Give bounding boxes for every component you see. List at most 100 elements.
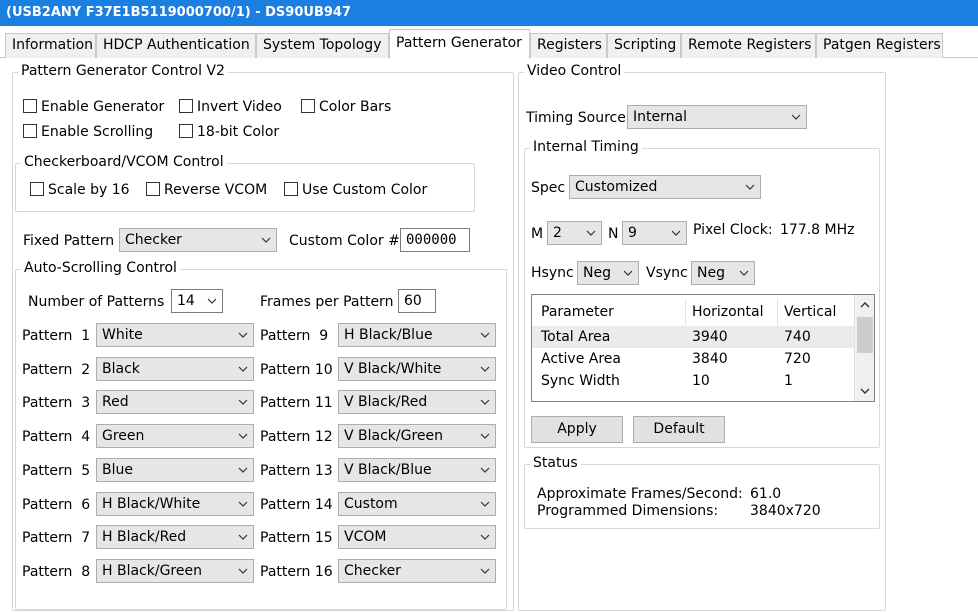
hsync-value: Neg [583, 265, 611, 281]
tab-remote-registers[interactable]: Remote Registers [681, 33, 816, 58]
pattern-right-6-select[interactable]: Custom [338, 492, 496, 516]
pattern-select-value: Green [102, 428, 145, 444]
tab-pattern-generator[interactable]: Pattern Generator [389, 29, 530, 59]
pattern-right-1-select[interactable]: H Black/Blue [338, 323, 496, 347]
tab-scripting[interactable]: Scripting [607, 33, 681, 58]
checkbox-box [179, 124, 193, 138]
timing-source-value: Internal [633, 109, 687, 125]
pattern-generator-control-title: Pattern Generator Control V2 [18, 63, 228, 79]
invert-video-checkbox[interactable]: Invert Video [179, 98, 282, 116]
pattern-right-8-select[interactable]: Checker [338, 559, 496, 583]
fixed-pattern-select[interactable]: Checker [119, 228, 277, 252]
invert-video-label: Invert Video [197, 99, 282, 115]
internal-timing-title: Internal Timing [530, 139, 642, 155]
pattern-right-5-select[interactable]: V Black/Blue [338, 458, 496, 482]
tab-registers[interactable]: Registers [530, 33, 607, 58]
chevron-down-icon [480, 366, 490, 372]
pattern-left-2-select[interactable]: Black [96, 357, 254, 381]
checkbox-box [23, 124, 37, 138]
table-cell: 740 [784, 329, 811, 345]
reverse-vcom-checkbox[interactable]: Reverse VCOM [146, 181, 267, 199]
timing-table[interactable]: Parameter Horizontal Vertical Total Area… [531, 294, 875, 402]
table-row[interactable]: Total Area 3940 740 [532, 326, 854, 348]
scroll-up-icon[interactable] [860, 301, 870, 309]
custom-color-label: Custom Color # [289, 233, 400, 249]
tab-hdcp-authentication[interactable]: HDCP Authentication [96, 33, 256, 58]
enable-scrolling-label: Enable Scrolling [41, 124, 154, 140]
frames-per-pattern-input[interactable]: 60 [398, 289, 436, 313]
timing-source-select[interactable]: Internal [627, 105, 807, 129]
pattern-right-3-select[interactable]: V Black/Red [338, 390, 496, 414]
pattern-left-6-label: Pattern 6 [22, 497, 91, 513]
pattern-left-1-select[interactable]: White [96, 323, 254, 347]
pattern-left-7-select[interactable]: H Black/Red [96, 525, 254, 549]
pattern-right-7-label: Pattern 15 [260, 530, 333, 546]
chevron-down-icon [480, 332, 490, 338]
pattern-select-value: H Black/Green [102, 563, 202, 579]
chevron-down-icon [586, 230, 596, 236]
table-row[interactable]: Sync Width 10 1 [532, 370, 854, 392]
hsync-select[interactable]: Neg [577, 261, 639, 285]
fixed-pattern-label: Fixed Pattern [23, 233, 115, 249]
use-custom-color-checkbox[interactable]: Use Custom Color [284, 181, 427, 199]
color-bars-checkbox[interactable]: Color Bars [301, 98, 391, 116]
pattern-left-5-select[interactable]: Blue [96, 458, 254, 482]
n-select[interactable]: 9 [622, 221, 687, 245]
pattern-left-6-select[interactable]: H Black/White [96, 492, 254, 516]
column-header-vertical: Vertical [784, 304, 837, 320]
column-divider [777, 299, 778, 325]
table-cell: 1 [784, 373, 793, 389]
bit18-color-checkbox[interactable]: 18-bit Color [179, 123, 279, 141]
vsync-select[interactable]: Neg [691, 261, 755, 285]
pattern-left-3-select[interactable]: Red [96, 390, 254, 414]
scrollbar-thumb[interactable] [857, 317, 873, 353]
window-title: (USB2ANY F37E1B5119000700/1) - DS90UB947 [0, 0, 978, 26]
table-cell: Active Area [541, 351, 621, 367]
table-cell: 3940 [692, 329, 728, 345]
pattern-right-8-label: Pattern 16 [260, 564, 333, 580]
pattern-select-value: H Black/Red [102, 529, 187, 545]
tab-system-topology[interactable]: System Topology [256, 33, 389, 58]
pattern-select-value: V Black/Green [344, 428, 444, 444]
spec-select[interactable]: Customized [569, 175, 761, 199]
frames-per-pattern-label: Frames per Pattern [260, 294, 394, 310]
default-button[interactable]: Default [633, 416, 725, 443]
fixed-pattern-value: Checker [125, 232, 182, 248]
pattern-select-value: Custom [344, 496, 398, 512]
pattern-right-4-select[interactable]: V Black/Green [338, 424, 496, 448]
table-row[interactable]: Active Area 3840 720 [532, 348, 854, 370]
enable-scrolling-checkbox[interactable]: Enable Scrolling [23, 123, 153, 141]
enable-generator-checkbox[interactable]: Enable Generator [23, 98, 164, 116]
table-scrollbar[interactable] [854, 295, 874, 401]
column-header-horizontal: Horizontal [692, 304, 764, 320]
table-cell: Sync Width [541, 373, 620, 389]
pattern-right-4-label: Pattern 12 [260, 429, 333, 445]
pixel-clock-value: 177.8 MHz [780, 222, 855, 238]
custom-color-input[interactable]: 000000 [400, 228, 470, 252]
pattern-select-value: Checker [344, 563, 401, 579]
tab-information[interactable]: Information [5, 33, 96, 58]
scroll-down-icon[interactable] [860, 387, 870, 395]
pattern-left-4-select[interactable]: Green [96, 424, 254, 448]
m-select[interactable]: 2 [547, 221, 602, 245]
auto-scrolling-title: Auto-Scrolling Control [21, 260, 180, 276]
scale-by-16-checkbox[interactable]: Scale by 16 [30, 181, 130, 199]
pattern-left-5-label: Pattern 5 [22, 463, 91, 479]
fps-label: Approximate Frames/Second: [537, 486, 743, 502]
chevron-down-icon [238, 366, 248, 372]
number-of-patterns-select[interactable]: 14 [171, 289, 223, 313]
table-cell: 720 [784, 351, 811, 367]
pattern-right-2-select[interactable]: V Black/White [338, 357, 496, 381]
tab-patgen-registers[interactable]: Patgen Registers [816, 33, 943, 58]
programmed-dimensions-value: 3840x720 [750, 503, 821, 519]
n-value: 9 [628, 225, 637, 241]
pattern-right-6-label: Pattern 14 [260, 497, 333, 513]
checkbox-box [146, 182, 160, 196]
pattern-right-7-select[interactable]: VCOM [338, 525, 496, 549]
pattern-left-8-select[interactable]: H Black/Green [96, 559, 254, 583]
table-cell: 10 [692, 373, 710, 389]
pattern-right-3-label: Pattern 11 [260, 395, 333, 411]
chevron-down-icon [238, 467, 248, 473]
m-value: 2 [553, 225, 562, 241]
apply-button[interactable]: Apply [531, 416, 623, 443]
